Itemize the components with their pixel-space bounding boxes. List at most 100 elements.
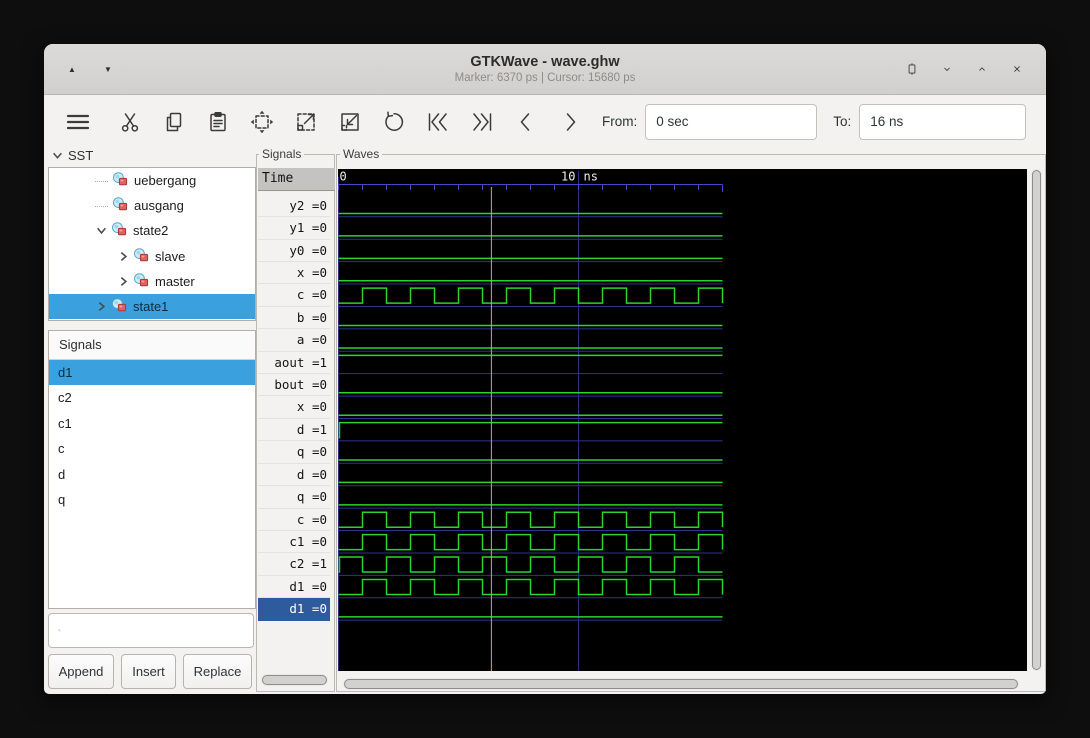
paste-icon[interactable] xyxy=(200,104,236,140)
names-frame-label: Signals xyxy=(259,147,304,161)
zoom-fit-icon[interactable] xyxy=(244,104,280,140)
cut-icon[interactable] xyxy=(112,104,148,140)
signal-list-item-c1[interactable]: c1 xyxy=(49,411,255,436)
marker-cursor-status: Marker: 6370 ps | Cursor: 15680 ps xyxy=(455,71,636,85)
close-icon[interactable] xyxy=(1004,56,1030,82)
skip-to-end-icon[interactable] xyxy=(464,104,500,140)
signal-list-item-q[interactable]: q xyxy=(49,487,255,512)
sst-item-label: uebergang xyxy=(134,173,196,188)
skip-to-start-icon[interactable] xyxy=(420,104,456,140)
wave-name-row-c[interactable]: c =0 xyxy=(258,509,330,531)
wave-trace-d xyxy=(339,423,723,438)
step-back-icon[interactable] xyxy=(508,104,544,140)
to-label: To: xyxy=(833,114,851,129)
zoom-out-icon[interactable] xyxy=(332,104,368,140)
waves-frame: 0 10 ns xyxy=(336,154,1046,692)
signal-list: d1c2c1cdq xyxy=(49,360,255,512)
menu-icon[interactable] xyxy=(60,104,96,140)
sst-item-uebergang[interactable]: uebergang xyxy=(49,168,255,193)
sst-tree: uebergang ausgang state2 slave master state1 xyxy=(48,167,256,321)
wave-name-row-q[interactable]: q =0 xyxy=(258,486,330,508)
signal-list-item-c2[interactable]: c2 xyxy=(49,385,255,410)
signal-list-item-d1[interactable]: d1 xyxy=(49,360,255,385)
reload-icon[interactable] xyxy=(1040,104,1046,140)
titlebar-down-button[interactable]: ▼ xyxy=(96,57,120,81)
wave-name-row-y2[interactable]: y2 =0 xyxy=(258,195,330,217)
sst-item-label: master xyxy=(155,274,195,289)
signal-list-box: Signals d1c2c1cdq xyxy=(48,330,256,609)
search-input[interactable] xyxy=(61,623,253,638)
wave-trace-d1 xyxy=(339,579,723,594)
timeline-unit-label: ns xyxy=(584,170,598,184)
titlebar[interactable]: ▲ ▼ GTKWave - wave.ghw Marker: 6370 ps |… xyxy=(44,44,1046,95)
sst-item-label: ausgang xyxy=(134,198,184,213)
desktop: { "titlebar": { "title": "GTKWave - wave… xyxy=(0,0,1090,738)
expand-arrow-icon[interactable] xyxy=(95,301,107,313)
wave-name-row-bout[interactable]: bout =0 xyxy=(258,374,330,396)
timeline-label-0: 0 xyxy=(340,170,347,184)
wave-canvas[interactable]: 0 10 ns xyxy=(338,169,1027,671)
window-title: GTKWave - wave.ghw xyxy=(470,54,619,71)
step-forward-icon[interactable] xyxy=(552,104,588,140)
wave-name-row-x[interactable]: x =0 xyxy=(258,262,330,284)
wave-name-row-d[interactable]: d =1 xyxy=(258,419,330,441)
sst-item-master[interactable]: master xyxy=(49,269,255,294)
signal-list-item-d[interactable]: d xyxy=(49,462,255,487)
wave-name-row-d1[interactable]: d1 =0 xyxy=(258,598,330,620)
chevron-down-icon[interactable] xyxy=(934,56,960,82)
zoom-in-icon[interactable] xyxy=(288,104,324,140)
signal-list-item-c[interactable]: c xyxy=(49,436,255,461)
tree-guide-line xyxy=(95,180,108,182)
tree-guide-line xyxy=(95,205,108,207)
timeline-label-10: 10 xyxy=(561,170,575,184)
gtkwave-window: ▲ ▼ GTKWave - wave.ghw Marker: 6370 ps |… xyxy=(44,44,1046,694)
sst-item-state1[interactable]: state1 xyxy=(49,294,255,319)
sst-header[interactable]: SST xyxy=(52,148,93,163)
restore-icon[interactable] xyxy=(899,56,925,82)
signal-list-header: Signals xyxy=(49,331,255,360)
toolbar: From: To: xyxy=(44,95,1046,148)
wave-name-row-q[interactable]: q =0 xyxy=(258,441,330,463)
sst-item-state2[interactable]: state2 xyxy=(49,218,255,243)
to-input[interactable] xyxy=(859,104,1026,140)
waves-vscrollbar[interactable] xyxy=(1031,169,1042,671)
wave-name-row-c1[interactable]: c1 =0 xyxy=(258,531,330,553)
module-icon xyxy=(111,297,128,316)
wave-trace-c1 xyxy=(339,535,723,550)
undo-icon[interactable] xyxy=(376,104,412,140)
copy-icon[interactable] xyxy=(156,104,192,140)
waves-frame-label: Waves xyxy=(340,147,382,161)
sst-item-ausgang[interactable]: ausgang xyxy=(49,193,255,218)
sst-item-label: state1 xyxy=(133,299,168,314)
wave-name-row-y0[interactable]: y0 =0 xyxy=(258,240,330,262)
insert-button[interactable]: Insert xyxy=(121,654,176,689)
waves-hscrollbar[interactable] xyxy=(343,678,1019,690)
sst-item-slave[interactable]: slave xyxy=(49,244,255,269)
wave-trace-c xyxy=(339,288,723,303)
module-icon xyxy=(112,171,129,190)
wave-name-row-d[interactable]: d =0 xyxy=(258,464,330,486)
wave-name-row-b[interactable]: b =0 xyxy=(258,307,330,329)
append-button[interactable]: Append xyxy=(48,654,114,689)
module-icon xyxy=(112,196,129,215)
time-column-header[interactable]: Time xyxy=(258,168,335,191)
wave-name-row-d1[interactable]: d1 =0 xyxy=(258,576,330,598)
wave-name-row-aout[interactable]: aout =1 xyxy=(258,352,330,374)
wave-name-row-y1[interactable]: y1 =0 xyxy=(258,217,330,239)
titlebar-up-button[interactable]: ▲ xyxy=(60,57,84,81)
replace-button[interactable]: Replace xyxy=(183,654,252,689)
names-hscrollbar[interactable] xyxy=(261,674,328,686)
wave-name-row-x[interactable]: x =0 xyxy=(258,396,330,418)
search-box xyxy=(48,613,254,648)
module-icon xyxy=(133,272,150,291)
wave-name-row-a[interactable]: a =0 xyxy=(258,329,330,351)
wave-name-row-c2[interactable]: c2 =1 xyxy=(258,553,330,575)
expand-arrow-icon[interactable] xyxy=(117,250,129,262)
wave-trace-c xyxy=(339,512,723,527)
wave-name-row-c[interactable]: c =0 xyxy=(258,284,330,306)
sst-item-label: state2 xyxy=(133,223,168,238)
chevron-up-icon[interactable] xyxy=(969,56,995,82)
collapse-arrow-icon[interactable] xyxy=(95,225,107,237)
expand-arrow-icon[interactable] xyxy=(117,275,129,287)
from-input[interactable] xyxy=(645,104,817,140)
